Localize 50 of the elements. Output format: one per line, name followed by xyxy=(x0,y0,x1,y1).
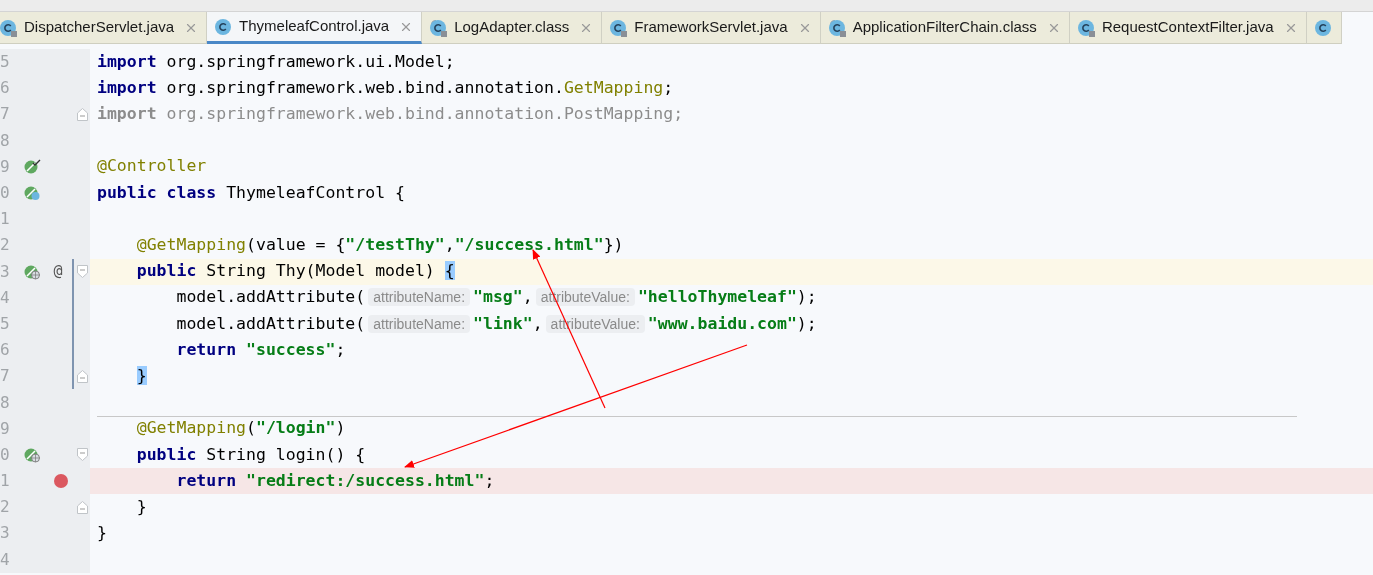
line-number: 0 xyxy=(0,182,11,205)
code-line: @GetMapping("/login") xyxy=(135,417,346,440)
code-line: } xyxy=(135,495,147,518)
line-number: 0 xyxy=(0,443,11,466)
code-line: public class ThymeleafControl { xyxy=(97,181,405,204)
code-line: @Controller xyxy=(97,155,207,178)
code-line: import org.springframework.web.bind.annotation.PostMapping; xyxy=(97,103,684,126)
fold-icon[interactable] xyxy=(77,500,88,514)
line-number: 6 xyxy=(0,77,11,100)
editor-tab[interactable]: FrameworkServlet.java xyxy=(602,12,821,44)
code-line: return "success"; xyxy=(175,338,346,361)
line-number: 4 xyxy=(0,548,11,571)
bean-globe-icon[interactable] xyxy=(23,446,41,463)
line-number: 9 xyxy=(0,155,11,178)
editor-tab[interactable]: ThymeleafControl.java xyxy=(207,12,423,44)
line-number: 5 xyxy=(0,51,11,74)
bean-check-icon[interactable] xyxy=(23,158,41,175)
code-line: public String login() { xyxy=(135,443,366,466)
line-number: 6 xyxy=(0,339,11,362)
line-number: 1 xyxy=(0,470,11,493)
code-line: } xyxy=(97,522,107,545)
line-number: 4 xyxy=(0,286,11,309)
editor-tab[interactable] xyxy=(1306,12,1342,44)
line-number: 2 xyxy=(0,234,11,257)
editor-tab[interactable]: LogAdapter.class xyxy=(422,12,603,44)
line-number: 7 xyxy=(0,103,11,126)
line-number: 8 xyxy=(0,129,11,152)
fold-icon[interactable] xyxy=(77,369,88,383)
code-line: return "redirect:/success.html"; xyxy=(175,469,495,492)
line-number: 2 xyxy=(0,496,11,519)
bean-class-icon[interactable] xyxy=(23,185,41,202)
line-number: 1 xyxy=(0,208,11,231)
bean-globe-icon[interactable] xyxy=(23,263,41,280)
code-line: import org.springframework.web.bind.annotation.GetMapping; xyxy=(97,76,674,99)
code-line: public String Thy(Model model) { xyxy=(135,260,455,283)
line-number: 7 xyxy=(0,365,11,388)
code-line: import org.springframework.ui.Model; xyxy=(97,50,455,73)
line-number: 3 xyxy=(0,522,11,545)
line-number: 5 xyxy=(0,312,11,335)
code-line: @GetMapping(value = {"/testThy","/success.html"}) xyxy=(135,234,624,257)
editor-tab[interactable]: RequestContextFilter.java xyxy=(1069,12,1307,44)
line-number: 9 xyxy=(0,417,11,440)
line-number: 3 xyxy=(0,260,11,283)
fold-icon[interactable] xyxy=(77,107,88,121)
fold-icon[interactable] xyxy=(77,448,88,462)
editor-tab[interactable]: ApplicationFilterChain.class xyxy=(820,12,1070,44)
editor-tab[interactable]: DispatcherServlet.java xyxy=(0,12,208,44)
mapping-marker[interactable]: @ xyxy=(53,260,63,283)
fold-icon[interactable] xyxy=(77,265,88,279)
line-number: 8 xyxy=(0,391,11,414)
